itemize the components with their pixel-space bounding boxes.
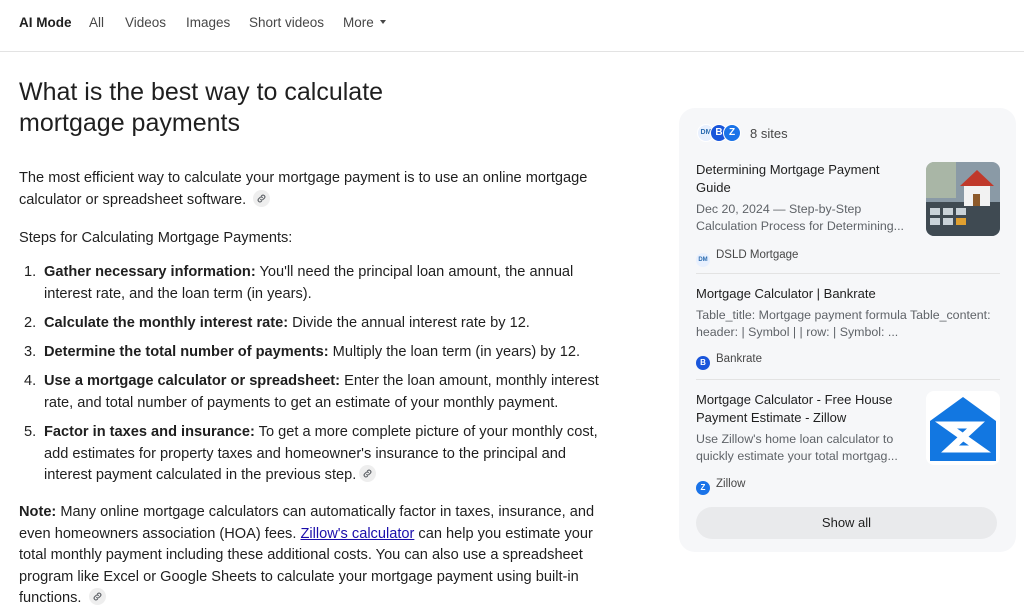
sites-count[interactable]: 8 sites	[750, 126, 788, 141]
source-card[interactable]: Mortgage Calculator - Free House Payment…	[696, 391, 1000, 496]
search-mode-tabs: AI Mode All Videos Images Short videos M…	[0, 0, 1024, 52]
tab-more-label: More	[343, 15, 374, 30]
intro-paragraph: The most efficient way to calculate your…	[19, 168, 609, 211]
step-number: 4.	[24, 373, 37, 389]
source-favicons[interactable]: DM B Z	[697, 123, 747, 143]
source-card[interactable]: Mortgage Calculator | Bankrate Table_tit…	[696, 285, 1000, 375]
citation-link-icon[interactable]	[359, 465, 377, 483]
source-card[interactable]: Determining Mortgage Payment Guide Dec 2…	[696, 161, 1000, 271]
sources-panel: DM B Z 8 sites Determining Mortgage Paym…	[679, 108, 1016, 552]
note-label: Note:	[19, 504, 57, 520]
bankrate-favicon-icon: B	[696, 356, 710, 370]
list-item: 1. Gather necessary information: You'll …	[19, 262, 609, 305]
source-site-name: Bankrate	[716, 353, 763, 365]
show-all-button[interactable]: Show all	[696, 507, 997, 539]
intro-text: The most efficient way to calculate your…	[19, 170, 588, 208]
divider	[696, 379, 1000, 380]
page-title: What is the best way to calculate mortga…	[19, 78, 384, 137]
tab-all[interactable]: All	[89, 14, 104, 32]
citation-link-icon[interactable]	[253, 189, 271, 207]
source-card-snippet: Table_title: Mortgage payment formula Ta…	[696, 308, 991, 339]
zillow-favicon-icon: Z	[723, 124, 741, 142]
tab-short-videos[interactable]: Short videos	[249, 14, 324, 32]
chevron-down-icon	[379, 20, 386, 25]
step-title: Factor in taxes and insurance:	[44, 424, 255, 440]
step-text: Divide the annual interest rate by 12.	[288, 315, 530, 331]
step-title: Use a mortgage calculator or spreadsheet…	[44, 373, 341, 389]
source-site: Z Zillow	[696, 478, 745, 495]
step-title: Calculate the monthly interest rate:	[44, 315, 289, 331]
step-number: 3.	[24, 344, 37, 360]
zillow-calculator-link[interactable]: Zillow's calculator	[300, 526, 414, 542]
step-number: 1.	[24, 264, 37, 280]
source-card-snippet: Dec 20, 2024 — Step-by-Step Calculation …	[696, 202, 904, 233]
step-number: 5.	[24, 424, 37, 440]
list-item: 5. Factor in taxes and insurance: To get…	[19, 422, 609, 487]
zillow-logo-icon	[926, 391, 1000, 465]
tab-more[interactable]: More	[343, 14, 386, 32]
list-item: 4. Use a mortgage calculator or spreadsh…	[19, 371, 609, 414]
tab-images[interactable]: Images	[186, 14, 230, 32]
note-paragraph: Note: Many online mortgage calculators c…	[19, 502, 609, 610]
list-item: 3. Determine the total number of payment…	[19, 342, 609, 364]
list-item: 2. Calculate the monthly interest rate: …	[19, 313, 609, 335]
source-card-title: Determining Mortgage Payment Guide	[696, 162, 880, 195]
tab-ai-mode[interactable]: AI Mode	[19, 14, 72, 32]
source-card-title: Mortgage Calculator - Free House Payment…	[696, 392, 893, 425]
step-text: Multiply the loan term (in years) by 12.	[328, 344, 581, 360]
house-calculator-thumbnail	[926, 162, 1000, 236]
zillow-favicon-icon: Z	[696, 481, 710, 495]
step-title: Determine the total number of payments:	[44, 344, 329, 360]
source-site-name: Zillow	[716, 478, 746, 490]
source-site: B Bankrate	[696, 353, 762, 370]
source-card-title: Mortgage Calculator | Bankrate	[696, 286, 876, 301]
dsld-favicon-icon: DM	[696, 253, 710, 267]
step-number: 2.	[24, 315, 37, 331]
source-site: DM DSLD Mortgage	[696, 249, 798, 267]
tab-videos[interactable]: Videos	[125, 14, 166, 32]
citation-link-icon[interactable]	[88, 588, 106, 606]
source-card-snippet: Use Zillow's home loan calculator to qui…	[696, 432, 898, 463]
divider	[696, 273, 1000, 274]
steps-heading: Steps for Calculating Mortgage Payments:	[19, 230, 293, 246]
step-title: Gather necessary information:	[44, 264, 256, 280]
source-site-name: DSLD Mortgage	[716, 249, 799, 261]
